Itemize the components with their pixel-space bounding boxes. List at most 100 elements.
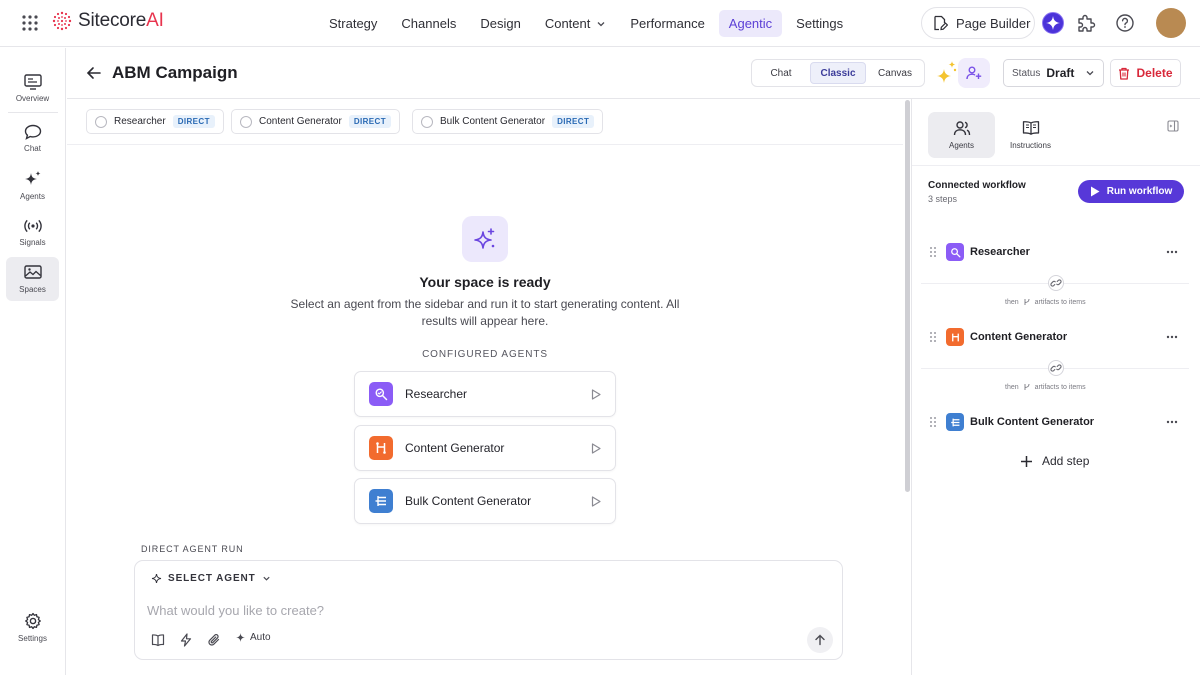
select-agent-label: SELECT AGENT — [168, 573, 256, 584]
sitecore-logo[interactable]: SitecoreAI — [52, 10, 164, 32]
connected-workflow-title: Connected workflow — [928, 180, 1026, 191]
tab-label: Agents — [949, 141, 974, 150]
more-options-icon[interactable] — [1166, 335, 1178, 339]
configured-agent-content-generator[interactable]: Content Generator — [354, 425, 616, 471]
radio-button[interactable] — [421, 115, 433, 128]
view-chat[interactable]: Chat — [754, 62, 808, 84]
delete-label: Delete — [1136, 66, 1173, 80]
rail-item-chat[interactable]: Chat — [6, 116, 59, 160]
delete-button[interactable]: Delete — [1110, 59, 1181, 87]
nav-agentic[interactable]: Agentic — [718, 10, 783, 37]
configured-agent-bulk-content-generator[interactable]: Bulk Content Generator — [354, 478, 616, 524]
workflow-step-content-generator[interactable]: Content Generator — [928, 325, 1184, 349]
workflow-step-researcher[interactable]: Researcher — [928, 240, 1184, 264]
add-step-button[interactable]: Add step — [1020, 454, 1089, 468]
collapse-panel-icon[interactable] — [1167, 120, 1179, 132]
agent-chip-bulk-content-generator[interactable]: Bulk Content Generator DIRECT — [412, 109, 604, 134]
nav-label: Design — [480, 16, 521, 31]
main-nav: Strategy Channels Design Content Perform… — [319, 10, 853, 37]
play-icon[interactable] — [591, 496, 601, 507]
main-scrollbar[interactable] — [905, 100, 910, 492]
play-icon[interactable] — [591, 389, 601, 400]
book-icon[interactable] — [151, 633, 165, 647]
prompt-input[interactable] — [147, 599, 807, 621]
paperclip-icon[interactable] — [207, 633, 221, 647]
agent-name: Bulk Content Generator — [405, 494, 532, 508]
radio-button[interactable] — [240, 115, 252, 128]
nav-label: Content — [544, 16, 591, 31]
link-chain-icon[interactable] — [1048, 275, 1064, 291]
nav-design[interactable]: Design — [470, 10, 530, 37]
top-navigation-bar: SitecoreAI Strategy Channels Design Cont… — [0, 0, 1200, 47]
more-options-icon[interactable] — [1166, 250, 1178, 254]
chip-name: Bulk Content Generator — [440, 116, 546, 127]
branch-icon — [1024, 298, 1030, 305]
rail-item-spaces[interactable]: Spaces — [6, 257, 59, 301]
nav-label: Channels — [401, 16, 457, 31]
radio-button[interactable] — [95, 115, 107, 128]
rail-item-signals[interactable]: Signals — [6, 210, 59, 254]
rail-item-agents[interactable]: Agents — [6, 163, 59, 207]
connector-description: then artifacts to items — [1005, 298, 1086, 306]
signals-broadcast-icon — [23, 219, 42, 232]
chip-name: Content Generator — [259, 116, 342, 127]
rail-item-settings[interactable]: Settings — [6, 605, 59, 649]
view-classic[interactable]: Classic — [810, 62, 866, 84]
nav-performance[interactable]: Performance — [620, 10, 714, 37]
play-icon[interactable] — [591, 443, 601, 454]
rail-label: Chat — [24, 143, 41, 153]
chevron-down-icon — [263, 576, 270, 581]
panel-divider — [911, 99, 912, 675]
drag-handle-icon[interactable] — [928, 246, 938, 258]
run-workflow-button[interactable]: Run workflow — [1078, 180, 1184, 203]
step-name: Researcher — [970, 246, 1030, 258]
nav-channels[interactable]: Channels — [391, 10, 466, 37]
link-chain-icon[interactable] — [1048, 360, 1064, 376]
nav-label: Performance — [630, 16, 705, 31]
workflow-step-bulk-content-generator[interactable]: Bulk Content Generator — [928, 410, 1184, 434]
page-builder-button[interactable]: Page Builder — [921, 7, 1035, 39]
arrow-up-icon — [815, 634, 825, 646]
status-key: Status — [1012, 67, 1041, 79]
step-name: Bulk Content Generator — [970, 416, 1095, 428]
nav-label: Settings — [796, 16, 844, 31]
send-button[interactable] — [807, 627, 833, 653]
add-step-label: Add step — [1042, 454, 1090, 468]
user-avatar[interactable] — [1156, 8, 1186, 38]
tab-instructions[interactable]: Instructions — [997, 112, 1064, 158]
more-options-icon[interactable] — [1166, 420, 1178, 424]
rail-label: Settings — [18, 633, 47, 643]
app-switcher-grid-icon[interactable] — [21, 14, 39, 32]
researcher-icon — [946, 243, 964, 261]
rail-item-overview[interactable]: Overview — [6, 66, 59, 110]
view-canvas[interactable]: Canvas — [868, 62, 922, 84]
nav-content[interactable]: Content — [535, 10, 617, 37]
drag-handle-icon[interactable] — [928, 331, 938, 343]
extensions-puzzle-icon[interactable] — [1075, 12, 1097, 34]
auto-mode-button[interactable]: Auto — [235, 632, 271, 643]
plus-icon — [1021, 455, 1032, 467]
back-arrow-icon[interactable] — [86, 65, 102, 81]
nav-strategy[interactable]: Strategy — [319, 10, 387, 37]
empty-state-title: Your space is ready — [419, 274, 551, 290]
help-icon[interactable] — [1114, 12, 1136, 34]
header-divider — [67, 98, 1200, 99]
agent-chip-content-generator[interactable]: Content Generator DIRECT — [231, 109, 401, 134]
configured-agent-researcher[interactable]: Researcher — [354, 371, 616, 417]
select-agent-dropdown[interactable]: SELECT AGENT — [151, 573, 271, 584]
run-workflow-label: Run workflow — [1106, 186, 1173, 197]
sparkles-icon[interactable] — [936, 60, 958, 84]
rail-label: Overview — [15, 93, 50, 103]
empty-state-subtitle: Select an agent from the sidebar and run… — [290, 297, 680, 328]
tab-agents[interactable]: Agents — [928, 112, 995, 158]
ai-assistant-icon[interactable] — [1042, 12, 1064, 34]
lightning-icon[interactable] — [179, 633, 193, 647]
nav-settings[interactable]: Settings — [786, 10, 853, 37]
add-collaborator-button[interactable] — [958, 58, 990, 88]
agent-chip-researcher[interactable]: Researcher DIRECT — [86, 109, 224, 134]
content-generator-icon — [369, 436, 393, 460]
status-select[interactable]: Status Draft — [1003, 59, 1104, 87]
configured-agents-heading: CONFIGURED AGENTS — [422, 349, 548, 360]
rail-label: Agents — [20, 191, 45, 201]
drag-handle-icon[interactable] — [928, 416, 938, 428]
